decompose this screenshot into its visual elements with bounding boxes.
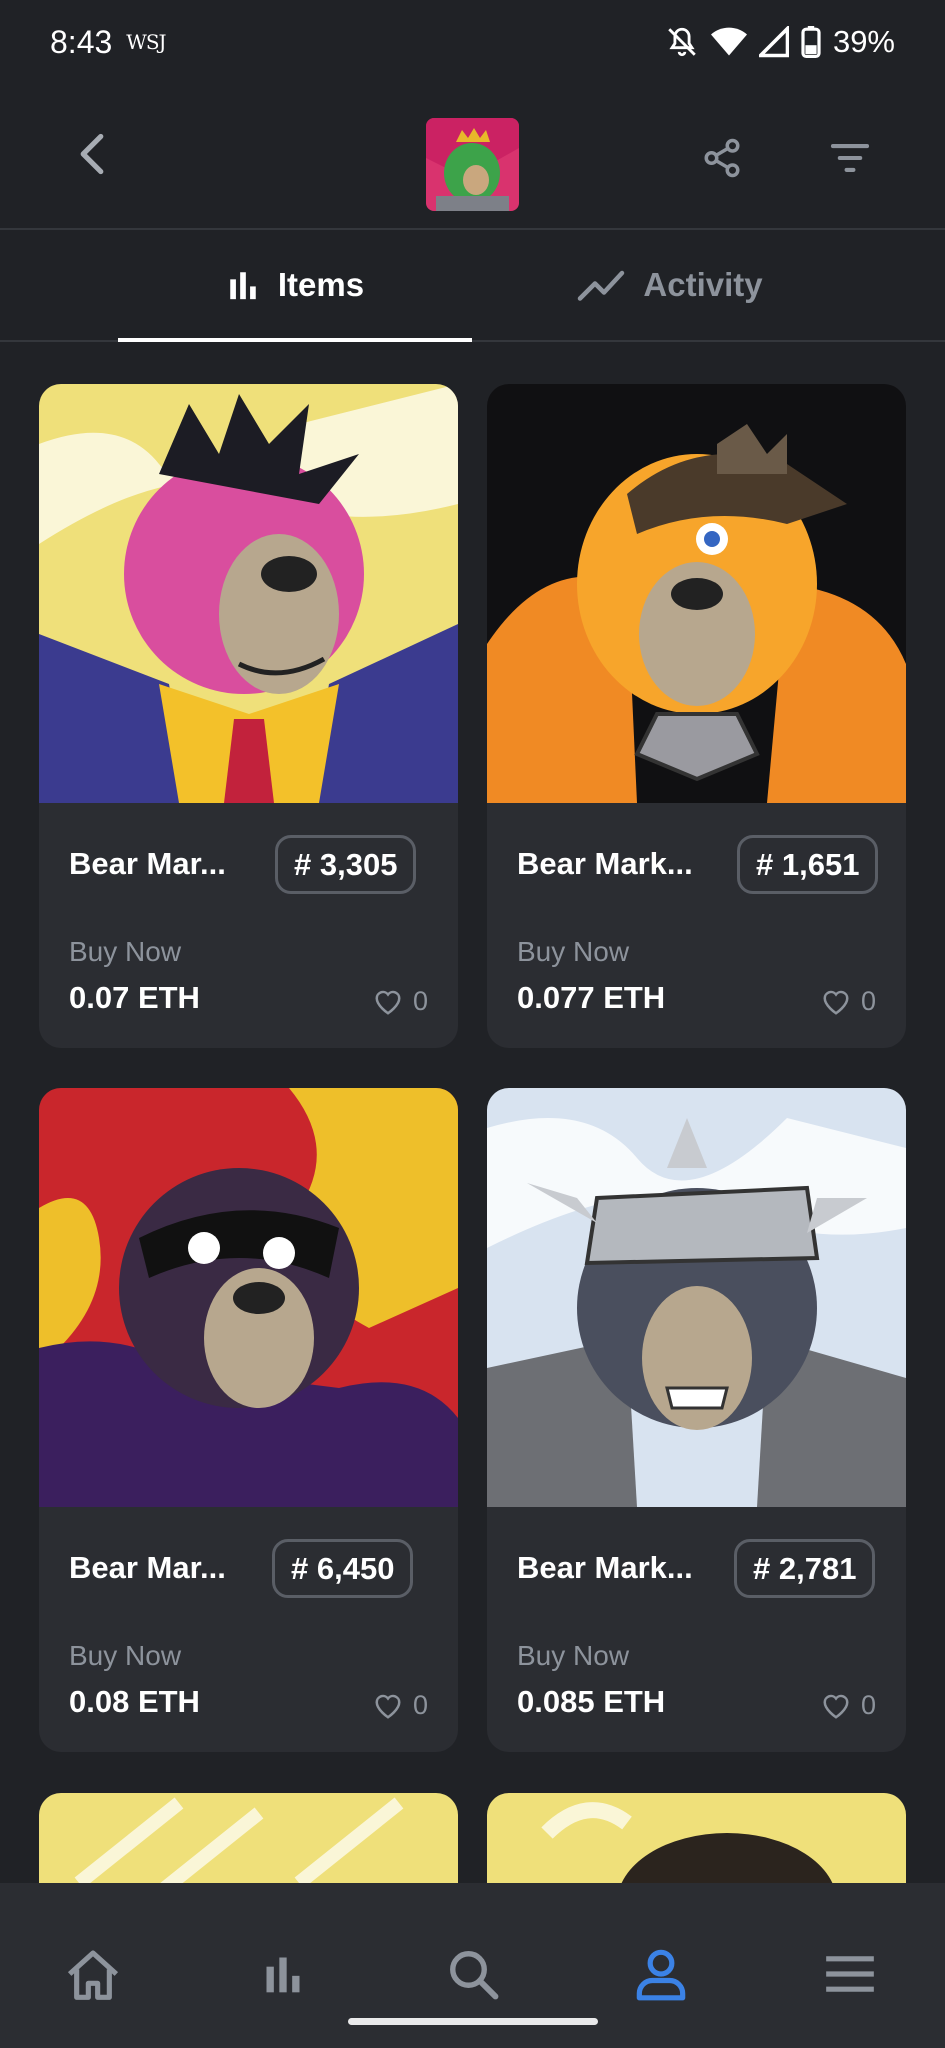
battery-icon — [801, 26, 821, 58]
sale-status: Buy Now — [69, 936, 182, 967]
nft-card[interactable]: Bear Mark... # 2,781 Buy Now 0.085 ETH 0 — [487, 1088, 906, 1752]
like-button[interactable]: 0 — [821, 986, 876, 1017]
tab-bar: Items Activity — [0, 230, 945, 342]
person-icon — [636, 1949, 686, 2001]
status-time: 8:43 — [50, 23, 113, 60]
nft-name: Bear Mar... — [69, 1550, 226, 1585]
bar-chart-icon — [230, 272, 256, 300]
like-count: 0 — [412, 1690, 428, 1720]
like-count: 0 — [860, 986, 876, 1016]
nft-card-partial[interactable] — [39, 1793, 458, 1893]
trend-line-icon — [578, 270, 625, 301]
heart-icon — [823, 1694, 849, 1719]
search-icon — [450, 1951, 499, 2000]
nft-name: Bear Mark... — [517, 846, 693, 881]
top-app-bar — [0, 84, 945, 230]
back-button[interactable] — [62, 124, 122, 184]
nav-menu[interactable] — [815, 1939, 885, 2009]
like-button[interactable]: 0 — [373, 986, 428, 1017]
nft-name: Bear Mar... — [69, 846, 226, 881]
like-button[interactable]: 0 — [821, 1690, 876, 1721]
collection-avatar-image — [426, 118, 519, 211]
nft-image — [39, 384, 458, 803]
sale-status: Buy Now — [517, 1640, 630, 1671]
token-id-badge: # 1,651 — [737, 835, 879, 894]
collection-avatar[interactable] — [426, 118, 519, 211]
heart-icon — [823, 990, 849, 1015]
bar-chart-icon — [266, 1957, 300, 1993]
nft-card-partial[interactable] — [487, 1793, 906, 1893]
tab-activity[interactable]: Activity — [520, 230, 820, 340]
nav-search[interactable] — [438, 1939, 508, 2009]
nft-image — [487, 1088, 906, 1507]
heart-icon — [375, 1694, 401, 1719]
home-indicator[interactable] — [348, 2018, 598, 2025]
nav-stats[interactable] — [248, 1939, 318, 2009]
bell-off-icon — [668, 27, 696, 57]
nft-name: Bear Mark... — [517, 1550, 693, 1585]
heart-icon — [375, 990, 401, 1015]
battery-percent: 39% — [832, 24, 895, 59]
share-icon — [704, 138, 740, 178]
nft-card[interactable]: Bear Mar... # 3,305 Buy Now 0.07 ETH 0 — [39, 384, 458, 1048]
status-icons: 39% — [665, 24, 895, 60]
home-icon — [67, 1950, 119, 2000]
tab-items[interactable]: Items — [118, 230, 472, 342]
nft-image — [487, 384, 906, 803]
like-count: 0 — [860, 1690, 876, 1720]
token-id-badge: # 3,305 — [275, 835, 417, 894]
sale-status: Buy Now — [517, 936, 630, 967]
nav-profile[interactable] — [626, 1939, 696, 2009]
nft-price: 0.07 ETH — [69, 980, 200, 1015]
nft-price: 0.08 ETH — [69, 1684, 200, 1719]
like-button[interactable]: 0 — [373, 1690, 428, 1721]
token-id-badge: # 6,450 — [272, 1539, 414, 1598]
status-bar: 8:43 WSJ 39% — [0, 0, 945, 84]
bottom-navigation — [0, 1883, 945, 2048]
nft-price: 0.085 ETH — [517, 1684, 666, 1719]
nft-card[interactable]: Bear Mar... # 6,450 Buy Now 0.08 ETH 0 — [39, 1088, 458, 1752]
nft-card[interactable]: Bear Mark... # 1,651 Buy Now 0.077 ETH 0 — [487, 384, 906, 1048]
tab-items-label: Items — [277, 266, 365, 303]
sale-status: Buy Now — [69, 1640, 182, 1671]
signal-icon — [758, 26, 789, 58]
chevron-left-icon — [80, 133, 104, 175]
menu-icon — [826, 1956, 874, 1992]
nav-home[interactable] — [58, 1939, 128, 2009]
filter-icon — [830, 144, 870, 172]
share-button[interactable] — [692, 128, 752, 188]
nft-price: 0.077 ETH — [517, 980, 666, 1015]
filter-button[interactable] — [820, 128, 880, 188]
like-count: 0 — [412, 986, 428, 1016]
token-id-badge: # 2,781 — [734, 1539, 876, 1598]
tab-activity-label: Activity — [643, 266, 763, 303]
nft-image — [39, 1088, 458, 1507]
wsj-notification-icon: WSJ — [126, 30, 166, 54]
wifi-icon — [710, 27, 747, 56]
